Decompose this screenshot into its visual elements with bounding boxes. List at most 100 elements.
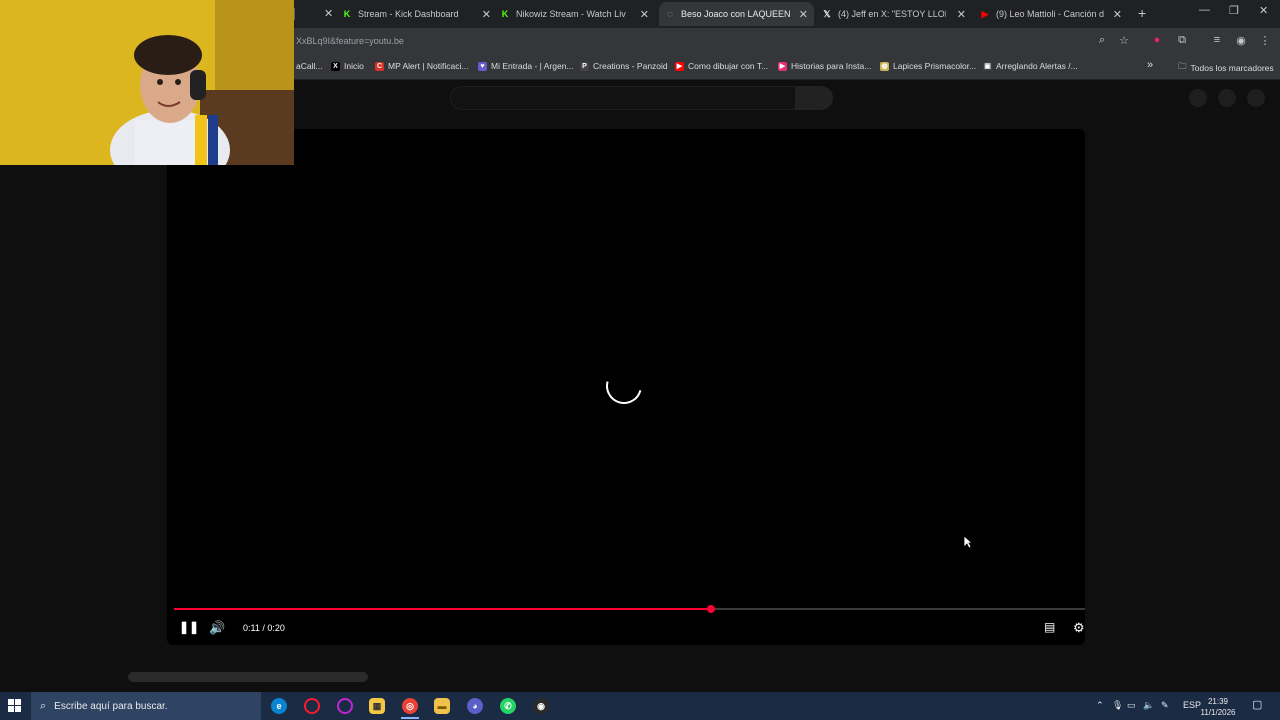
active-app-indicator bbox=[401, 717, 419, 719]
streamer-webcam-image bbox=[0, 0, 294, 165]
chrome-icon[interactable]: ◎ bbox=[402, 698, 418, 714]
tab-nikowiz-stream[interactable]: K Nikowiz Stream - Watch Live o ✕ bbox=[500, 2, 655, 26]
bookmark-label: Como dibujar con T... bbox=[688, 61, 769, 71]
search-icon: ⌕ bbox=[40, 699, 47, 712]
volume-icon[interactable]: 🔊 bbox=[209, 620, 225, 636]
clock-date: 11/1/2026 bbox=[1200, 708, 1236, 717]
new-tab-icon[interactable]: + bbox=[1138, 5, 1146, 21]
notifications-icon[interactable] bbox=[1218, 89, 1236, 107]
taskbar-clock[interactable]: 21:39 11/1/2026 bbox=[1200, 696, 1236, 718]
tab-beso-joaco[interactable]: ◌ Beso Joaco con LAQUEEN!! - Yo ✕ bbox=[659, 2, 814, 26]
puzzle-icon[interactable]: ⧉ bbox=[1175, 34, 1189, 47]
address-bar-url[interactable]: XxBLq9I&feature=youtu.be bbox=[296, 36, 404, 46]
star-icon[interactable]: ☆ bbox=[1117, 34, 1131, 47]
tab-separator bbox=[294, 8, 295, 20]
tab-leo-mattioli[interactable]: ▶ (9) Leo Mattioli - Canción de A ✕ bbox=[980, 2, 1128, 26]
youtube-icon: ▶ bbox=[981, 8, 989, 19]
search-button[interactable] bbox=[795, 86, 833, 110]
bookmark-label: MP Alert | Notificaci... bbox=[388, 61, 469, 71]
kick-icon: K bbox=[501, 9, 509, 19]
progress-bar[interactable] bbox=[174, 605, 1085, 613]
create-icon[interactable] bbox=[1189, 89, 1207, 107]
pen-icon[interactable]: ✎ bbox=[1161, 700, 1169, 711]
progress-fill bbox=[174, 608, 712, 610]
x-icon: X bbox=[331, 61, 340, 71]
file-explorer-icon[interactable]: ▬ bbox=[434, 698, 450, 714]
taskbar-search-placeholder: Escribe aquí para buscar. bbox=[54, 700, 168, 712]
tab-kick-dashboard[interactable]: K Stream - Kick Dashboard ✕ bbox=[342, 2, 497, 26]
mp-alert-icon: C bbox=[375, 61, 384, 71]
more-bookmarks-icon[interactable]: » bbox=[1147, 59, 1153, 71]
avatar[interactable] bbox=[1247, 89, 1265, 107]
close-tab-icon[interactable]: ✕ bbox=[1113, 8, 1122, 21]
all-bookmarks-label: Todos los marcadores bbox=[1190, 63, 1274, 73]
tray-expand-icon[interactable]: ⌃ bbox=[1096, 700, 1104, 711]
notification-center-icon[interactable]: ▢ bbox=[1252, 698, 1262, 711]
close-tab-icon[interactable]: ✕ bbox=[957, 8, 966, 21]
bookmark-item[interactable]: aCall... bbox=[296, 61, 322, 71]
alert-icon: ▣ bbox=[983, 61, 992, 71]
tab-label: Nikowiz Stream - Watch Live o bbox=[516, 9, 626, 19]
bookmark-label: Creations - Panzoid bbox=[593, 61, 668, 71]
language-indicator[interactable]: ESP bbox=[1183, 700, 1201, 710]
windows-taskbar: ⌕ Escribe aquí para buscar. e ▦ ◎ ▬ ◕ ✆ … bbox=[0, 692, 1280, 720]
bookmark-item[interactable]: ♥ Mi Entrada - | Argen... bbox=[478, 61, 574, 71]
kick-icon: K bbox=[343, 9, 351, 19]
x-icon: 𝕏 bbox=[823, 8, 831, 19]
search-icon[interactable]: ⌕ bbox=[1095, 34, 1109, 47]
bookmark-label: Lapices Prismacolor... bbox=[893, 61, 977, 71]
prismacolor-icon: ◍ bbox=[880, 61, 889, 71]
microphone-icon[interactable]: 🎙 bbox=[1112, 700, 1123, 711]
close-tab-icon[interactable]: ✕ bbox=[324, 7, 333, 20]
bookmark-item[interactable]: ▶ Como dibujar con T... bbox=[675, 61, 768, 71]
webcam-overlay bbox=[0, 0, 294, 165]
close-window-icon[interactable]: ✕ bbox=[1259, 4, 1268, 17]
minimize-icon[interactable]: — bbox=[1199, 4, 1210, 16]
bookmark-item[interactable]: P Creations - Panzoid bbox=[580, 61, 668, 71]
close-tab-icon[interactable]: ✕ bbox=[799, 8, 808, 21]
speaker-icon[interactable]: 🔈 bbox=[1143, 700, 1154, 711]
bookmark-item[interactable]: ▶ Historias para Insta... bbox=[778, 61, 871, 71]
time-display: 0:11 / 0:20 bbox=[243, 623, 285, 633]
store-icon[interactable]: ▦ bbox=[369, 698, 385, 714]
close-tab-icon[interactable]: ✕ bbox=[482, 8, 491, 21]
bookmark-item[interactable]: C MP Alert | Notificaci... bbox=[375, 61, 468, 71]
pause-icon[interactable]: ❚❚ bbox=[179, 620, 199, 634]
tab-label: (9) Leo Mattioli - Canción de A bbox=[996, 9, 1104, 19]
search-input[interactable] bbox=[450, 86, 797, 110]
title-placeholder bbox=[128, 672, 368, 682]
profile-avatar-icon[interactable]: ◉ bbox=[1234, 34, 1248, 47]
network-icon[interactable]: ▭ bbox=[1127, 700, 1136, 711]
mouse-cursor-icon bbox=[963, 535, 973, 549]
opera-gx-icon[interactable] bbox=[337, 698, 353, 714]
edge-icon[interactable]: e bbox=[271, 698, 287, 714]
clock-time: 21:39 bbox=[1207, 697, 1229, 706]
discord-icon[interactable]: ◕ bbox=[467, 698, 483, 714]
heart-icon: ♥ bbox=[478, 61, 487, 71]
tab-label: Stream - Kick Dashboard bbox=[358, 9, 459, 19]
youtube-icon: ▶ bbox=[675, 61, 684, 71]
taskbar-search-input[interactable]: ⌕ Escribe aquí para buscar. bbox=[31, 692, 261, 720]
bookmark-label: Arreglando Alertas /... bbox=[996, 61, 1078, 71]
extension-icon[interactable]: ● bbox=[1150, 34, 1164, 46]
tab-label: Beso Joaco con LAQUEEN!! - Yo bbox=[681, 9, 791, 19]
bookmark-item[interactable]: ◍ Lapices Prismacolor... bbox=[880, 61, 976, 71]
windows-start-icon[interactable] bbox=[8, 699, 22, 713]
obs-icon[interactable]: ◉ bbox=[533, 698, 549, 714]
settings-gear-icon[interactable]: ⚙ bbox=[1073, 620, 1085, 636]
bookmark-item[interactable]: ▣ Arreglando Alertas /... bbox=[983, 61, 1078, 71]
opera-icon[interactable] bbox=[304, 698, 320, 714]
close-tab-icon[interactable]: ✕ bbox=[640, 8, 649, 21]
media-control-icon[interactable]: ≡ bbox=[1210, 34, 1224, 46]
bookmark-item[interactable]: X Inicio bbox=[331, 61, 364, 71]
whatsapp-icon[interactable]: ✆ bbox=[500, 698, 516, 714]
bookmark-label: aCall... bbox=[296, 61, 323, 71]
tab-jeff-x[interactable]: 𝕏 (4) Jeff en X: "ESTOY LLORAND ✕ bbox=[822, 2, 972, 26]
restore-icon[interactable]: ❐ bbox=[1229, 4, 1239, 17]
subtitles-icon[interactable]: ▤ bbox=[1044, 620, 1055, 634]
menu-icon[interactable]: ⋮ bbox=[1258, 34, 1272, 47]
all-bookmarks-folder[interactable]: 🗀 Todos los marcadores bbox=[1178, 61, 1274, 75]
bookmark-label: Historias para Insta... bbox=[791, 61, 872, 71]
bookmark-label: Inicio bbox=[344, 61, 364, 71]
panzoid-icon: P bbox=[580, 61, 589, 71]
